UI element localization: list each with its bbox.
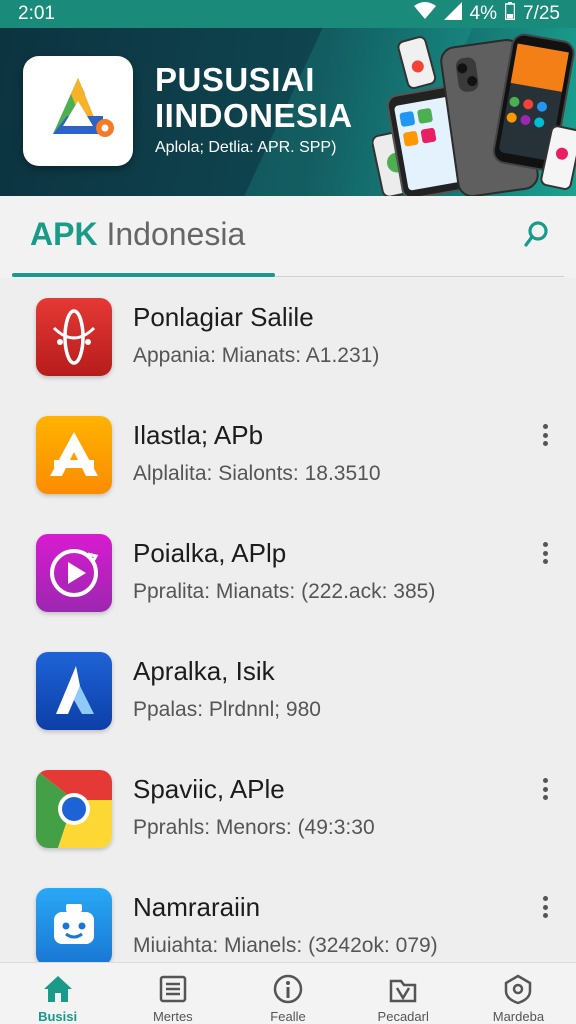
- bottom-navigation: Busisi Mertes Fealle Pecadarl Mardeba: [0, 962, 576, 1024]
- dot-icon: [542, 904, 548, 910]
- nav-label: Mardeba: [492, 1009, 545, 1024]
- nav-item-home[interactable]: Busisi: [0, 963, 115, 1024]
- battery-icon: [504, 2, 516, 26]
- app-meta: Appania: Mianats: A1.231): [133, 344, 380, 367]
- list-item[interactable]: Spaviic, APle Pprahls: Menors: (49:3:30: [0, 750, 576, 868]
- app-icon-purple-play: [36, 534, 112, 612]
- list-item[interactable]: Ilastla; APb Alplalita: Sialonts: 18.351…: [0, 396, 576, 514]
- app-name: Poialka, APlp: [133, 538, 287, 568]
- app-name: Apralka, Isik: [133, 656, 275, 686]
- app-header: APK Indonesia: [0, 196, 576, 278]
- phones-illustration: [371, 28, 576, 196]
- wifi-icon: [413, 2, 436, 26]
- status-date: 7/25: [523, 3, 560, 24]
- app-icon-orange: [36, 416, 112, 494]
- app-name: Ponlagiar Salile: [133, 302, 314, 332]
- nav-item-shield[interactable]: Mardeba: [461, 963, 576, 1024]
- banner-title: PUSUSIAI IINDONESIA: [155, 62, 353, 134]
- promo-banner[interactable]: PUSUSIAI IINDONESIA Aplola; Detlia: APR.…: [0, 28, 576, 196]
- nav-label: Mertes: [152, 1009, 193, 1024]
- app-meta: Pprahls: Menors: (49:3:30: [133, 816, 375, 839]
- more-options-button[interactable]: [536, 774, 554, 804]
- dot-icon: [542, 424, 548, 429]
- app-icon-red: [36, 298, 112, 376]
- search-icon: [523, 219, 553, 254]
- app-name: Ilastla; APb: [133, 420, 264, 450]
- app-meta: Ppalas: Plrdnnl; 980: [133, 698, 321, 721]
- banner-subtitle: Aplola; Detlia: APR. SPP): [155, 139, 337, 156]
- dot-icon: [542, 795, 548, 800]
- more-options-button[interactable]: [536, 420, 554, 450]
- search-button[interactable]: [520, 218, 556, 254]
- app-title-rest: Indonesia: [97, 216, 246, 252]
- chrome-icon: [36, 770, 112, 848]
- dot-icon: [542, 542, 548, 547]
- banner-title-line2: IINDONESIA: [155, 97, 353, 134]
- nav-item-download[interactable]: Pecadarl: [346, 963, 461, 1024]
- status-bar: 2:01 4% 7/25: [0, 0, 576, 28]
- app-title-accent: APK: [30, 216, 98, 252]
- list-item[interactable]: Ponlagiar Salile Appania: Mianats: A1.23…: [0, 278, 576, 396]
- nav-item-info[interactable]: Fealle: [230, 963, 345, 1024]
- dot-icon: [542, 786, 548, 792]
- nav-item-list[interactable]: Mertes: [115, 963, 230, 1024]
- app-title: APK Indonesia: [30, 216, 245, 253]
- app-name: Namraraiin: [133, 892, 261, 922]
- info-icon: [270, 973, 306, 1005]
- more-options-button[interactable]: [536, 538, 554, 568]
- more-options-button[interactable]: [536, 892, 554, 922]
- dot-icon: [542, 550, 548, 556]
- status-indicators: 4% 7/25: [413, 2, 560, 26]
- apk-indonesia-logo: [23, 56, 133, 166]
- nav-label: Pecadarl: [377, 1009, 429, 1024]
- app-icon-blue: [36, 652, 112, 730]
- list-item[interactable]: Poialka, APlp Ppralita: Mianats: (222.ac…: [0, 514, 576, 632]
- app-meta: Miuiahta: Mianels: (3242ok: 079): [133, 934, 438, 957]
- signal-icon: [443, 2, 462, 26]
- dot-icon: [542, 913, 548, 918]
- dot-icon: [542, 896, 548, 901]
- download-icon: [385, 973, 421, 1005]
- dot-icon: [542, 559, 548, 564]
- list-item[interactable]: Apralka, Isik Ppalas: Plrdnnl; 980: [0, 632, 576, 750]
- dot-icon: [542, 441, 548, 446]
- list-icon: [155, 973, 191, 1005]
- home-icon: [40, 973, 76, 1005]
- app-meta: Ppralita: Mianats: (222.ack: 385): [133, 580, 436, 603]
- nav-label: Fealle: [270, 1009, 306, 1024]
- battery-percent: 4%: [469, 3, 498, 24]
- app-name: Spaviic, APle: [133, 774, 285, 804]
- status-time: 2:01: [18, 3, 55, 24]
- nav-label: Busisi: [38, 1009, 78, 1024]
- tab-indicator: [12, 273, 275, 277]
- app-icon-robot: [36, 888, 112, 966]
- shield-icon: [500, 973, 536, 1005]
- app-meta: Alplalita: Sialonts: 18.3510: [133, 462, 381, 485]
- banner-title-line1: PUSUSIAI: [155, 61, 315, 98]
- dot-icon: [542, 778, 548, 783]
- dot-icon: [542, 432, 548, 438]
